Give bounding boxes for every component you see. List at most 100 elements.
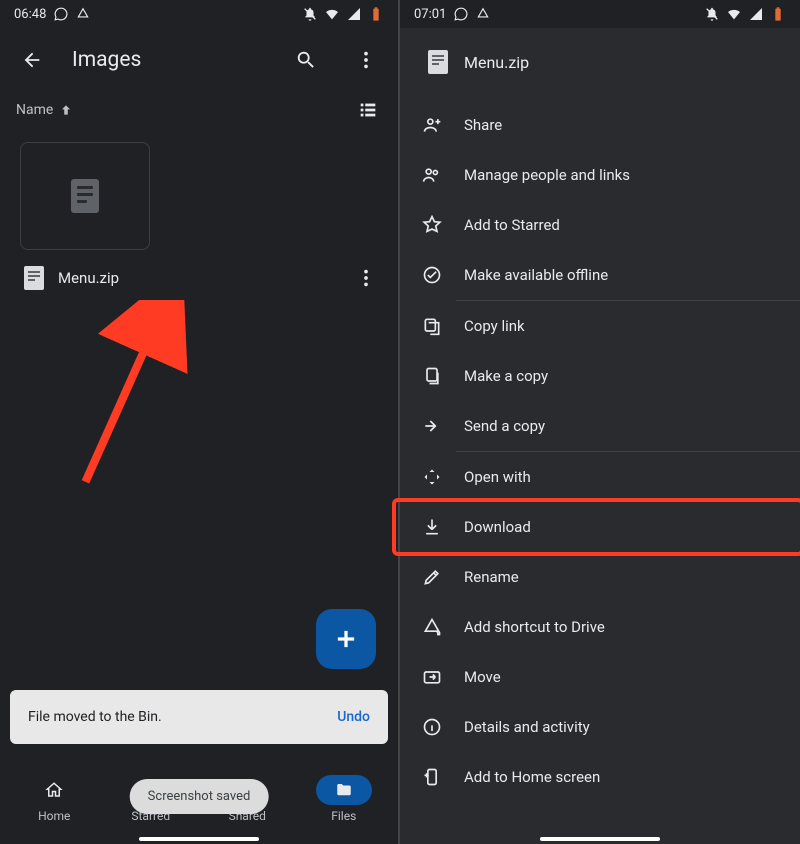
more-button[interactable] bbox=[346, 40, 386, 80]
file-thumbnail[interactable] bbox=[20, 142, 150, 250]
nav-files[interactable]: Files bbox=[304, 775, 384, 823]
status-bar: 06:48 bbox=[0, 0, 398, 28]
snackbar-message: File moved to the Bin. bbox=[28, 709, 337, 725]
sort-label: Name bbox=[16, 102, 53, 118]
menu-copy-link[interactable]: Copy link bbox=[400, 301, 800, 351]
folder-icon bbox=[335, 781, 353, 799]
menu-label: Send a copy bbox=[464, 417, 545, 435]
menu-manage-people[interactable]: Manage people and links bbox=[400, 150, 800, 200]
nav-label: Files bbox=[331, 809, 356, 823]
menu-add-shortcut[interactable]: Add shortcut to Drive bbox=[400, 602, 800, 652]
whatsapp-icon bbox=[54, 7, 68, 21]
search-icon bbox=[295, 49, 317, 71]
sheet-header: Menu.zip bbox=[400, 28, 800, 100]
sort-row: Name bbox=[0, 92, 398, 132]
wifi-icon bbox=[324, 6, 340, 22]
search-button[interactable] bbox=[286, 40, 326, 80]
send-icon bbox=[422, 416, 442, 436]
menu-open-with[interactable]: Open with bbox=[400, 452, 800, 502]
right-phone: 07:01 Menu.zip Share Manage people and l… bbox=[400, 0, 800, 844]
menu-make-copy[interactable]: Make a copy bbox=[400, 351, 800, 401]
signal-icon bbox=[748, 6, 764, 22]
gesture-handle[interactable] bbox=[139, 837, 259, 841]
plus-icon bbox=[333, 626, 359, 652]
people-icon bbox=[422, 165, 442, 185]
drive-icon bbox=[476, 7, 490, 21]
signal-icon bbox=[346, 6, 362, 22]
arrow-up-icon bbox=[59, 103, 73, 117]
whatsapp-icon bbox=[454, 7, 468, 21]
file-page-icon bbox=[71, 179, 99, 213]
menu-move[interactable]: Move bbox=[400, 652, 800, 702]
menu-label: Add to Home screen bbox=[464, 768, 600, 786]
menu-label: Manage people and links bbox=[464, 166, 630, 184]
status-time: 06:48 bbox=[14, 7, 46, 22]
open-with-icon bbox=[422, 467, 442, 487]
person-add-icon bbox=[422, 115, 442, 135]
edit-icon bbox=[422, 567, 442, 587]
menu-details[interactable]: Details and activity bbox=[400, 702, 800, 752]
annotation-highlight bbox=[392, 498, 800, 556]
nav-label: Home bbox=[38, 809, 70, 823]
file-area: Menu.zip bbox=[0, 132, 398, 764]
screenshot-toast: Screenshot saved bbox=[130, 779, 269, 814]
menu-label: Add shortcut to Drive bbox=[464, 618, 605, 636]
list-view-icon bbox=[357, 99, 379, 121]
menu-rename[interactable]: Rename bbox=[400, 552, 800, 602]
file-icon bbox=[428, 50, 448, 74]
move-icon bbox=[422, 667, 442, 687]
file-icon bbox=[24, 266, 44, 290]
page-title: Images bbox=[72, 48, 266, 72]
menu-label: Share bbox=[464, 116, 502, 134]
menu-label: Add to Starred bbox=[464, 216, 560, 234]
view-list-button[interactable] bbox=[354, 96, 382, 124]
back-button[interactable] bbox=[12, 40, 52, 80]
menu-label: Copy link bbox=[464, 317, 525, 335]
drive-icon bbox=[76, 7, 90, 21]
menu-label: Open with bbox=[464, 468, 531, 486]
drive-shortcut-icon bbox=[422, 617, 442, 637]
status-bar: 07:01 bbox=[400, 0, 800, 28]
file-row[interactable]: Menu.zip bbox=[18, 250, 380, 306]
snackbar: File moved to the Bin. Undo bbox=[10, 690, 388, 744]
copy-icon bbox=[422, 366, 442, 386]
home-icon bbox=[45, 781, 63, 799]
bottom-sheet: Menu.zip Share Manage people and links A… bbox=[400, 28, 800, 844]
more-vert-icon bbox=[355, 267, 377, 289]
menu-label: Make available offline bbox=[464, 266, 608, 284]
menu-label: Make a copy bbox=[464, 367, 548, 385]
menu-add-homescreen[interactable]: Add to Home screen bbox=[400, 752, 800, 802]
menu-offline[interactable]: Make available offline bbox=[400, 250, 800, 300]
star-icon bbox=[422, 215, 442, 235]
nav-home[interactable]: Home bbox=[14, 775, 94, 823]
menu-download[interactable]: Download bbox=[400, 502, 748, 552]
menu-label: Rename bbox=[464, 568, 519, 586]
app-bar: Images bbox=[0, 28, 398, 92]
status-time: 07:01 bbox=[414, 7, 446, 22]
offline-icon bbox=[422, 265, 442, 285]
battery-icon bbox=[770, 6, 786, 22]
file-more-button[interactable] bbox=[352, 264, 380, 292]
file-name: Menu.zip bbox=[58, 269, 338, 287]
download-icon bbox=[422, 517, 442, 537]
menu-add-starred[interactable]: Add to Starred bbox=[400, 200, 800, 250]
menu-label: Move bbox=[464, 668, 501, 686]
snackbar-undo[interactable]: Undo bbox=[337, 709, 370, 725]
info-icon bbox=[422, 717, 442, 737]
menu-send-copy[interactable]: Send a copy bbox=[400, 401, 800, 451]
left-phone: 06:48 Images Name bbox=[0, 0, 400, 844]
dnd-icon bbox=[704, 6, 720, 22]
wifi-icon bbox=[726, 6, 742, 22]
menu-label: Details and activity bbox=[464, 718, 590, 736]
dnd-icon bbox=[302, 6, 318, 22]
menu-share[interactable]: Share bbox=[400, 100, 800, 150]
add-to-home-icon bbox=[422, 767, 442, 787]
gesture-handle[interactable] bbox=[540, 837, 660, 841]
menu-label: Download bbox=[464, 518, 531, 536]
sheet-filename: Menu.zip bbox=[464, 53, 529, 72]
fab-add[interactable] bbox=[316, 609, 376, 669]
battery-icon bbox=[368, 6, 384, 22]
arrow-back-icon bbox=[21, 49, 43, 71]
sort-toggle[interactable]: Name bbox=[16, 102, 73, 118]
more-vert-icon bbox=[355, 49, 377, 71]
